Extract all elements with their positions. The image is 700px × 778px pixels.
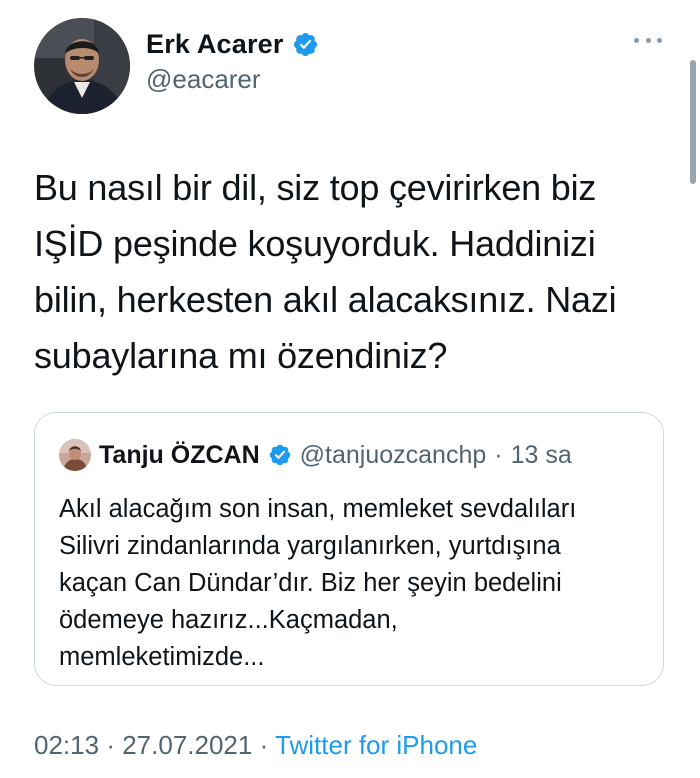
author-avatar-image (34, 18, 130, 114)
quoted-tweet-time[interactable]: 13 sa (511, 441, 572, 470)
tweet-date[interactable]: 27.07.2021 (122, 730, 252, 760)
author-name-row: Erk Acarer (146, 26, 319, 62)
quoted-tweet-text: Akıl alacağım son insan, memleket sevdal… (59, 495, 577, 671)
quoted-author-avatar-image (59, 439, 91, 471)
more-options-button[interactable] (634, 30, 662, 50)
more-horizontal-icon (634, 37, 639, 43)
tweet-page: Erk Acarer @eacarer Bu nasıl bir dil, si… (0, 0, 700, 778)
verified-badge-icon (268, 443, 292, 467)
quoted-tweet-header: Tanju ÖZCAN @tanjuozcanchp · 13 sa (59, 439, 572, 471)
quoted-separator-dot: · (494, 440, 503, 469)
author-avatar[interactable] (34, 18, 130, 114)
meta-separator: · (259, 730, 269, 760)
tweet-time[interactable]: 02:13 (34, 730, 99, 760)
meta-separator: · (106, 730, 115, 760)
quoted-author-avatar (59, 439, 91, 471)
verified-badge-icon (292, 31, 319, 58)
author-info[interactable]: Erk Acarer @eacarer (146, 26, 319, 95)
author-name[interactable]: Erk Acarer (146, 29, 284, 60)
quoted-author-handle[interactable]: @tanjuozcanchp (300, 441, 487, 470)
author-handle[interactable]: @eacarer (146, 64, 319, 95)
tweet-meta: 02:13 · 27.07.2021 · Twitter for iPhone (34, 730, 477, 761)
scrollbar[interactable] (690, 60, 696, 184)
tweet-source-link[interactable]: Twitter for iPhone (275, 730, 477, 760)
more-horizontal-icon-dot (645, 37, 651, 43)
tweet-text: Bu nasıl bir dil, siz top çevirirken biz… (34, 167, 617, 376)
quoted-author-name[interactable]: Tanju ÖZCAN (99, 441, 260, 470)
more-horizontal-icon-dot (657, 37, 662, 43)
quoted-tweet-card[interactable]: Tanju ÖZCAN @tanjuozcanchp · 13 sa Akıl … (34, 412, 664, 686)
